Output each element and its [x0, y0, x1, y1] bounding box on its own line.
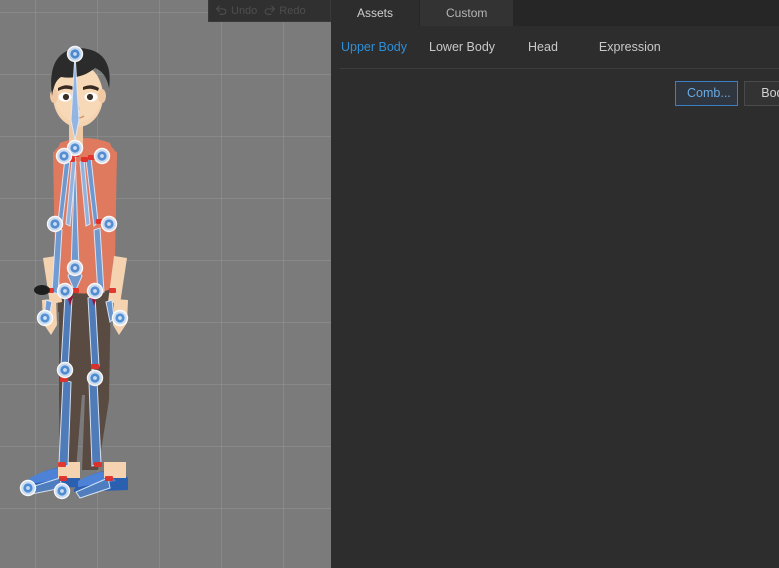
subtab-expression[interactable]: Expression [599, 40, 661, 54]
history-toolbar: Undo Redo [208, 0, 331, 22]
redo-button[interactable]: Redo [263, 4, 306, 17]
app-root: Undo Redo Assets Custom Upper Body Lower… [0, 0, 779, 568]
part-filter-chips: Comb... Body Left Arm Left Palm Right Ar… [675, 81, 779, 106]
subtab-lower-body[interactable]: Lower Body [429, 40, 495, 54]
panel-divider [340, 68, 779, 69]
redo-arrow-icon [263, 4, 276, 17]
subtab-head[interactable]: Head [528, 40, 558, 54]
undo-label: Undo [231, 4, 258, 17]
chip-body[interactable]: Body [744, 81, 779, 106]
redo-label: Redo [279, 4, 306, 17]
tab-custom[interactable]: Custom [419, 0, 515, 26]
panel-tab-bar: Assets Custom [331, 0, 779, 27]
tab-assets[interactable]: Assets [331, 0, 420, 26]
chip-combination[interactable]: Comb... [675, 81, 738, 106]
category-tab-bar: Upper Body Lower Body Head Expression [331, 26, 779, 68]
assets-panel: Assets Custom Upper Body Lower Body Head… [331, 0, 779, 568]
undo-arrow-icon [215, 4, 228, 17]
character-figure[interactable] [0, 0, 331, 568]
undo-button[interactable]: Undo [215, 4, 257, 17]
character-canvas[interactable] [0, 0, 331, 568]
asset-grid-empty-area[interactable] [331, 115, 779, 568]
subtab-upper-body[interactable]: Upper Body [341, 40, 407, 54]
